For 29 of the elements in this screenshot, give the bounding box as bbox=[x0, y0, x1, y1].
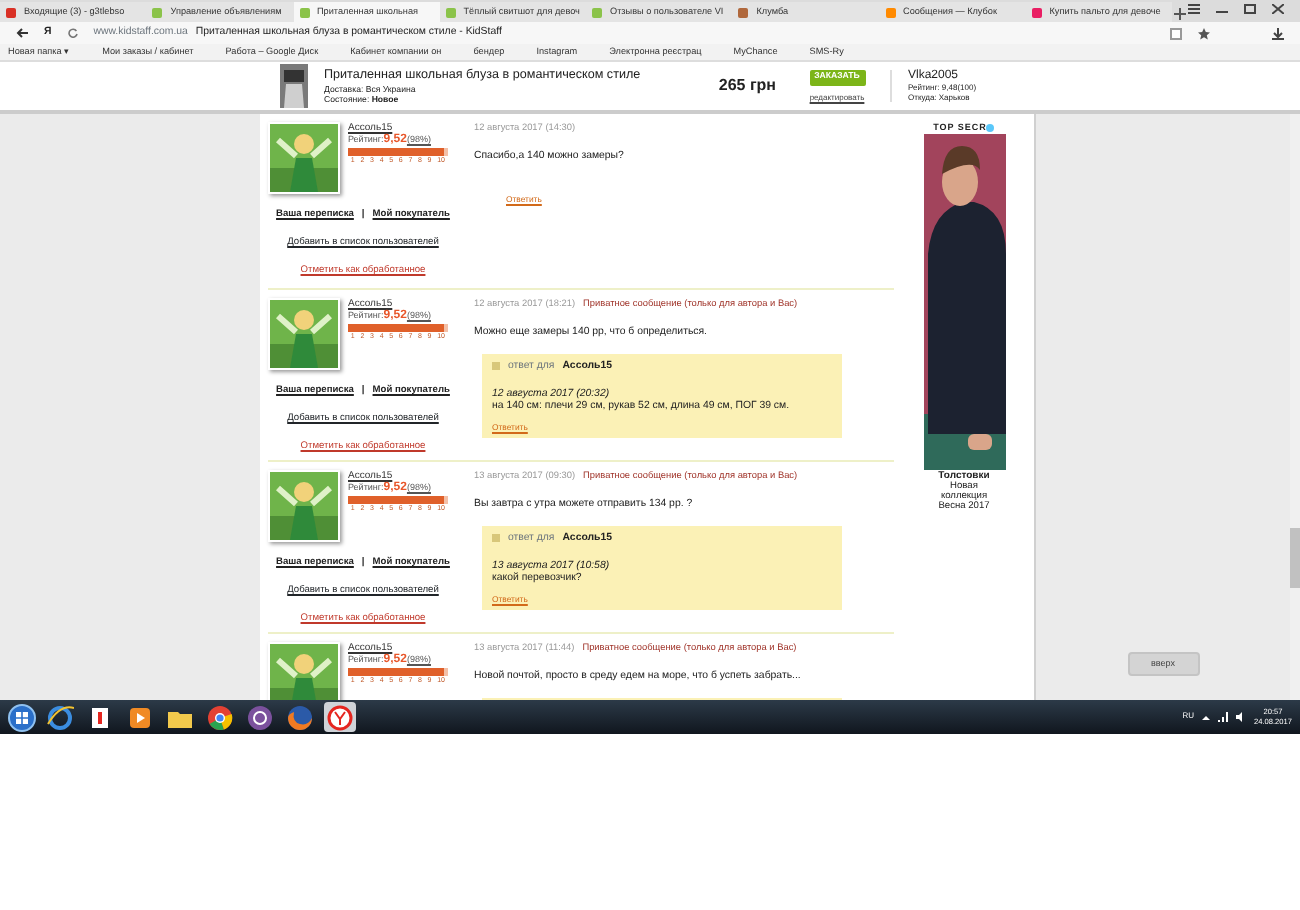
quote-icon bbox=[492, 361, 500, 370]
taskbar-button[interactable] bbox=[44, 702, 76, 732]
new-tab-icon[interactable] bbox=[1172, 6, 1188, 22]
taskbar-button[interactable] bbox=[124, 702, 156, 732]
volume-icon[interactable] bbox=[1235, 712, 1246, 722]
download-icon[interactable] bbox=[1272, 27, 1284, 39]
page-icon[interactable] bbox=[1170, 27, 1182, 39]
quote-icon bbox=[492, 533, 500, 542]
close-icon[interactable] bbox=[1272, 4, 1284, 14]
taskbar-button[interactable] bbox=[284, 702, 316, 732]
ie-icon bbox=[46, 703, 74, 731]
reload-icon[interactable] bbox=[67, 28, 78, 38]
firefox-icon bbox=[286, 703, 314, 731]
chat-bubble-icon bbox=[246, 703, 274, 731]
back-icon[interactable] bbox=[16, 28, 28, 38]
network-icon[interactable] bbox=[1217, 712, 1228, 722]
star-icon[interactable] bbox=[1198, 27, 1210, 39]
play-icon bbox=[126, 703, 154, 731]
price-text: 265 грн bbox=[716, 76, 776, 96]
scrollbar[interactable] bbox=[1290, 114, 1300, 700]
taskbar-button[interactable] bbox=[204, 702, 236, 732]
chrome-icon bbox=[206, 703, 234, 731]
menu-icon[interactable] bbox=[1188, 4, 1200, 14]
maximize-icon[interactable] bbox=[1244, 4, 1256, 14]
yandex-icon bbox=[86, 703, 114, 731]
taskbar-button[interactable] bbox=[244, 702, 276, 732]
caret-icon[interactable] bbox=[1201, 713, 1210, 721]
y-logo-icon bbox=[326, 703, 354, 731]
start-icon[interactable] bbox=[8, 703, 36, 731]
